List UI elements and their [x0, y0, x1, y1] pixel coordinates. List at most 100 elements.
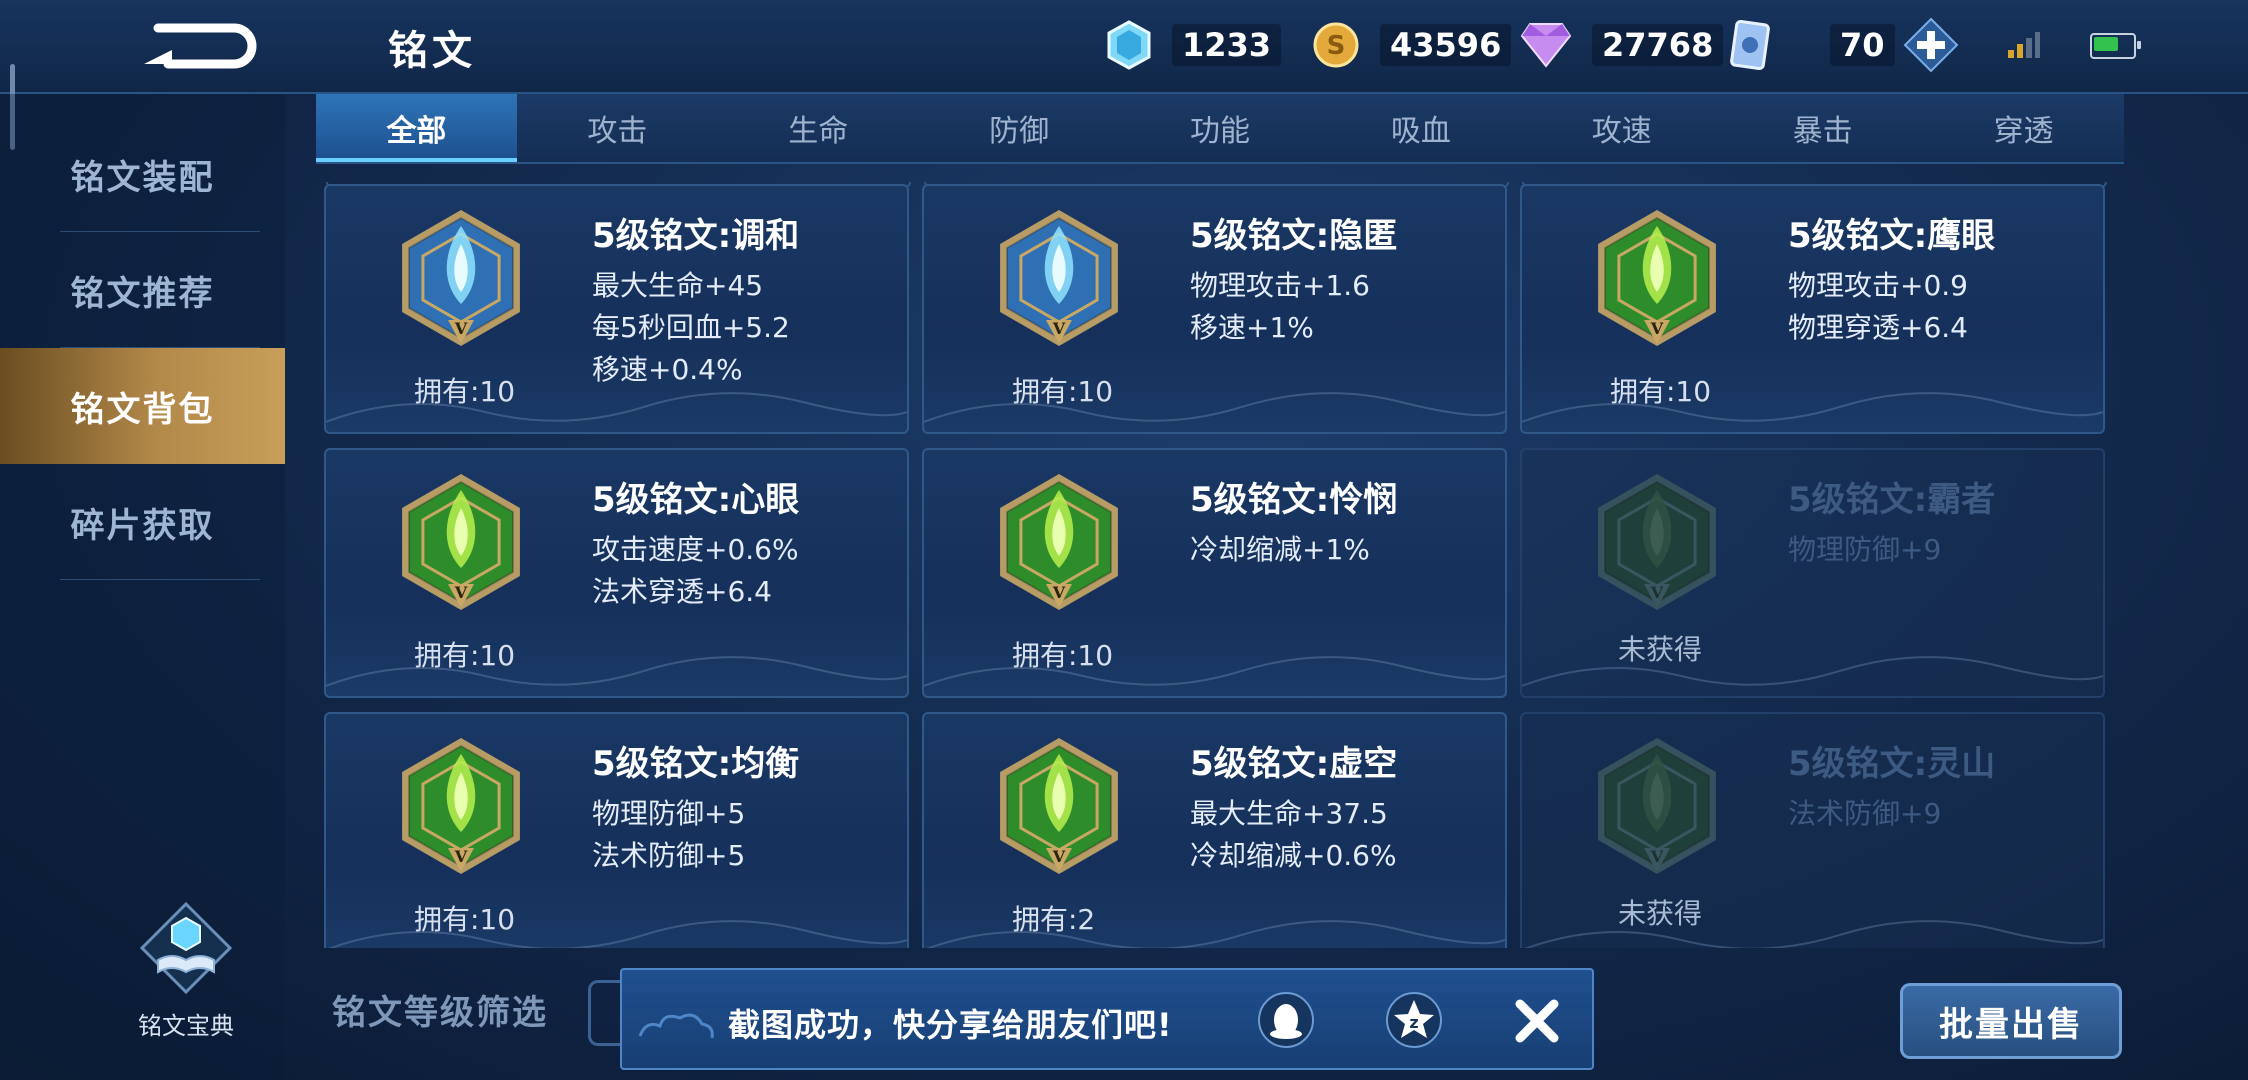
tab-health[interactable]: 生命: [718, 94, 919, 162]
gold-counter: S 43596: [1312, 20, 1512, 70]
inscription-card-icon: [1730, 20, 1770, 70]
badge-level: V: [1052, 583, 1066, 602]
cloud-decoration: [924, 900, 1506, 948]
screenshot-toast: 截图成功，快分享给朋友们吧! z: [620, 968, 1594, 1070]
bulk-sell-button[interactable]: 批量出售: [1900, 983, 2122, 1059]
flame-icon: V: [1000, 210, 1118, 346]
codex-button[interactable]: 铭文宝典: [106, 900, 266, 1041]
inscription-stat: 物理防御+9: [1788, 533, 1942, 566]
cloud-decoration: [325, 372, 908, 432]
page-title: 铭文: [388, 28, 476, 74]
share-qzone-button[interactable]: z: [1384, 990, 1444, 1050]
back-button[interactable]: [130, 14, 270, 78]
qzone-icon: z: [1386, 992, 1442, 1048]
top-bar: 铭文 1233 S 43596 27768 70: [0, 0, 2248, 150]
cloud-decoration: [1521, 372, 2104, 432]
cloud-decoration: [325, 636, 908, 696]
inscription-card[interactable]: V 5级铭文:虚空 最大生命+37.5 冷却缩减+0.6% 拥有:2: [922, 712, 1507, 948]
badge-level: V: [454, 583, 468, 602]
inscription-stat: 物理攻击+0.9: [1788, 269, 1968, 302]
sidebar-item-label: 铭文装配: [70, 157, 215, 198]
eagle-icon: V: [1598, 210, 1716, 346]
inscription-name: 5级铭文:霸者: [1788, 480, 1996, 520]
inscription-stat: 攻击速度+0.6%: [592, 533, 799, 566]
inscription-stat: 冷却缩减+1%: [1190, 533, 1370, 566]
cloud-ornament-icon: [638, 1013, 714, 1039]
inscription-grid: V 5级铭文:调和 最大生命+45 每5秒回血+5.2 移速+0.4% 拥有:10 V 5级铭…: [324, 182, 2124, 948]
badge-level: V: [1052, 847, 1066, 866]
category-tabs: 全部 攻击 生命 防御 功能 吸血 攻速 暴击 穿透: [316, 94, 2124, 164]
badge-level: V: [454, 319, 468, 338]
sidebar-item-label: 铭文背包: [70, 389, 215, 430]
signal-icon: [2008, 32, 2040, 58]
level-filter-dropdown[interactable]: [588, 980, 621, 1046]
cloud-decoration: [326, 900, 908, 948]
inscription-card-counter: 70: [1730, 17, 1959, 73]
gold-coin-icon: S: [1313, 22, 1359, 68]
toast-message: 截图成功，快分享给朋友们吧!: [728, 1006, 1173, 1044]
drop-icon: V: [402, 210, 520, 346]
sidebar-item-label: 碎片获取: [70, 505, 215, 546]
cloud-decoration: [923, 636, 1506, 696]
codex-book-icon: [139, 901, 233, 995]
inscription-card[interactable]: V 5级铭文:心眼 攻击速度+0.6% 法术穿透+6.4 拥有:10: [324, 448, 909, 698]
battery-icon: [2090, 33, 2141, 59]
tab-lifesteal[interactable]: 吸血: [1320, 94, 1521, 162]
inscription-stat: 物理防御+5: [592, 797, 746, 830]
tab-utility[interactable]: 功能: [1120, 94, 1321, 162]
sidebar-item-inscription-setup[interactable]: 铭文装配: [0, 116, 285, 232]
inscription-card-value: 70: [1830, 24, 1895, 66]
inscription-card[interactable]: V 5级铭文:调和 最大生命+45 每5秒回血+5.2 移速+0.4% 拥有:10: [324, 184, 909, 434]
crystal-value: 1233: [1172, 24, 1282, 66]
tab-all[interactable]: 全部: [316, 94, 517, 162]
qq-icon: [1258, 992, 1314, 1048]
back-arrow-icon: [144, 23, 257, 69]
sidebar: 铭文装配 铭文推荐 铭文背包 碎片获取 铭文宝典: [0, 94, 285, 1080]
diamond-value: 27768: [1592, 24, 1724, 66]
inscription-card[interactable]: V 5级铭文:霸者 物理防御+9 未获得: [1520, 448, 2105, 698]
gold-value: 43596: [1380, 24, 1512, 66]
diamond-counter: 27768: [1520, 20, 1724, 70]
tab-penetration[interactable]: 穿透: [1923, 94, 2124, 162]
tab-critical[interactable]: 暴击: [1722, 94, 1923, 162]
inscription-stat: 物理攻击+1.6: [1190, 269, 1370, 302]
inscription-stat: 法术防御+5: [592, 839, 746, 872]
shield-icon: V: [1598, 474, 1716, 610]
tab-attack-speed[interactable]: 攻速: [1521, 94, 1722, 162]
sidebar-item-inventory[interactable]: 铭文背包: [0, 348, 285, 464]
inscription-name: 5级铭文:怜悯: [1190, 480, 1398, 520]
level-filter-label[interactable]: 铭文等级筛选: [332, 985, 548, 1034]
share-qq-button[interactable]: [1256, 990, 1316, 1050]
inscription-stat: 移速+1%: [1190, 311, 1314, 344]
tab-attack[interactable]: 攻击: [517, 94, 718, 162]
inscription-name: 5级铭文:心眼: [592, 480, 800, 520]
balance-icon: V: [402, 738, 520, 874]
inscription-card[interactable]: V 5级铭文:灵山 法术防御+9 未获得: [1520, 712, 2105, 948]
badge-level: V: [1650, 319, 1664, 338]
close-icon: [1515, 999, 1559, 1043]
inscription-card[interactable]: V 5级铭文:怜悯 冷却缩减+1% 拥有:10: [922, 448, 1507, 698]
cloud-decoration: [923, 372, 1506, 432]
inscription-card[interactable]: V 5级铭文:鹰眼 物理攻击+0.9 物理穿透+6.4 拥有:10: [1520, 184, 2105, 434]
inscription-name: 5级铭文:虚空: [1190, 744, 1398, 784]
inscription-name: 5级铭文:均衡: [592, 744, 800, 784]
inscription-stat: 每5秒回血+5.2: [592, 311, 790, 344]
cloud-decoration: [1522, 900, 2104, 948]
badge-level: V: [1052, 319, 1066, 338]
inscription-stat: 最大生命+45: [592, 269, 764, 302]
eye-icon: V: [402, 474, 520, 610]
sidebar-item-fragments[interactable]: 碎片获取: [0, 464, 285, 580]
inscription-name: 5级铭文:鹰眼: [1788, 216, 1996, 256]
crystal-counter: 1233: [1106, 20, 1282, 70]
codex-label: 铭文宝典: [138, 1012, 234, 1040]
toast-close-button[interactable]: [1506, 990, 1568, 1052]
inscription-card[interactable]: V 5级铭文:均衡 物理防御+5 法术防御+5 拥有:10: [324, 712, 909, 948]
inscription-name: 5级铭文:调和: [592, 216, 800, 256]
inscription-card[interactable]: V 5级铭文:隐匿 物理攻击+1.6 移速+1% 拥有:10: [922, 184, 1507, 434]
sidebar-item-recommend[interactable]: 铭文推荐: [0, 232, 285, 348]
tab-defense[interactable]: 防御: [919, 94, 1120, 162]
svg-text:z: z: [1409, 1013, 1418, 1032]
sidebar-item-label: 铭文推荐: [70, 273, 215, 314]
badge-level: V: [1650, 583, 1664, 602]
plus-icon[interactable]: [1903, 17, 1959, 73]
